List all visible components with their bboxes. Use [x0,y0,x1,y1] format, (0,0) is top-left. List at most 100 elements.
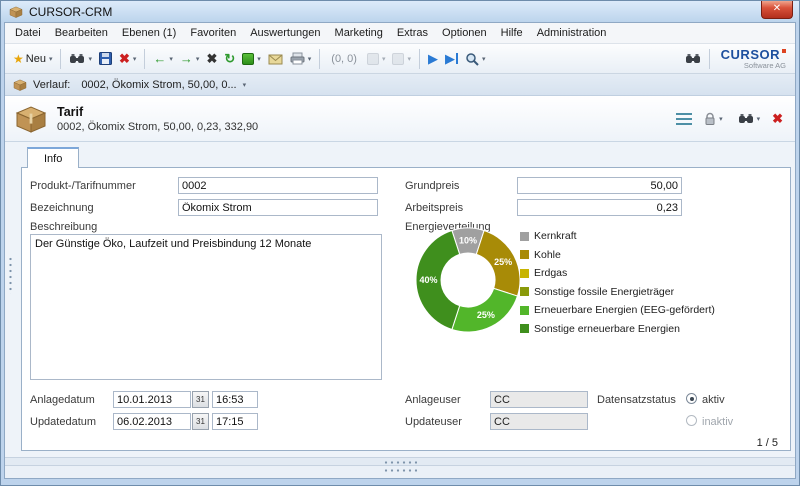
menu-hilfe[interactable]: Hilfe [494,24,530,42]
updatedatum-calendar-button[interactable]: 31 [192,413,209,430]
status-aktiv-label: aktiv [702,394,725,406]
anlagedatum-calendar-button[interactable]: 31 [192,391,209,408]
menu-datei[interactable]: Datei [8,24,48,42]
close-icon: ✕ [773,3,781,14]
record-actions: ▾ ▾ ✖ [676,110,783,128]
anlagezeit-input[interactable] [212,391,258,408]
delete-button[interactable]: ✖ ▾ [116,50,139,68]
refresh-icon: ↻ [224,52,235,66]
status-aktiv-radio[interactable] [686,393,697,404]
menu-administration[interactable]: Administration [530,24,614,42]
window-close-button[interactable]: ✕ [761,1,793,19]
status-bar[interactable] [5,465,795,478]
menu-ebenen[interactable]: Ebenen (1) [115,24,183,42]
legend-swatch-icon [520,306,529,315]
global-search-button[interactable] [682,51,704,67]
start-workflow-button[interactable]: ▶ [425,50,441,68]
forward-icon: → [180,52,193,66]
datensatzstatus-label: Datensatzstatus [597,394,676,406]
menu-extras[interactable]: Extras [390,24,435,42]
arbeitspreis-label: Arbeitspreis [405,202,463,214]
verlauf-dropdown[interactable]: 0002, Ökomix Strom, 50,00, 0... ▾ [76,78,251,92]
produkt-tarifnummer-input[interactable] [178,177,378,194]
new-icon: ★ [13,52,24,66]
printer-icon [290,52,305,65]
produkt-tarifnummer-label: Produkt-/Tarifnummer [30,180,136,192]
chevron-down-icon: ▾ [482,55,486,63]
app-icon [9,6,23,18]
arbeitspreis-input[interactable] [517,199,682,216]
updateuser-input[interactable] [490,413,588,430]
chevron-down-icon: ▾ [169,55,173,63]
mail-button[interactable] [265,51,286,67]
cut-button[interactable]: ✖ [203,50,220,68]
titlebar[interactable]: CURSOR-CRM [1,1,799,22]
menu-favoriten[interactable]: Favoriten [183,24,243,42]
svg-text:25%: 25% [494,257,512,267]
tab-info[interactable]: Info [27,147,79,168]
chevron-down-icon: ▾ [257,55,261,63]
history-item-icon [13,79,27,91]
anlagedatum-input[interactable] [113,391,191,408]
lock-icon [704,112,716,126]
record-search-button[interactable]: ▾ [735,111,764,127]
export-button[interactable]: ▾ [239,51,264,67]
status-inaktiv-label: inaktiv [702,416,733,428]
entity-title: Tarif [57,105,666,119]
report-button[interactable]: ▾ [364,51,389,67]
toolbar-separator [419,49,420,69]
new-button[interactable]: ★ Neu ▾ [10,50,55,68]
anlageuser-input[interactable] [490,391,588,408]
skip-workflow-button[interactable]: ▶ [442,50,461,68]
lock-button[interactable]: ▾ [701,110,726,128]
menu-icon[interactable] [676,110,692,128]
record-counter: (0, 0) [331,53,357,65]
legend-label: Sonstige fossile Energieträger [534,286,674,298]
grundpreis-input[interactable] [517,177,682,194]
user-search-button[interactable]: ▾ [462,50,489,68]
record-header: Tarif 0002, Ökomix Strom, 50,00, 0,23, 3… [5,96,795,142]
legend-item: Erneuerbare Energien (EEG-gefördert) [520,304,715,316]
search-button[interactable]: ▾ [66,51,95,67]
bezeichnung-input[interactable] [178,199,378,216]
toolbar-separator [319,49,320,69]
updatedatum-input[interactable] [113,413,191,430]
magnifier-icon [465,52,479,66]
save-button[interactable] [96,50,115,67]
beschreibung-textarea[interactable]: Der Günstige Öko, Laufzeit und Preisbind… [30,234,382,380]
print-button[interactable]: ▾ [287,50,315,67]
menu-optionen[interactable]: Optionen [435,24,494,42]
updatezeit-input[interactable] [212,413,258,430]
app-window: CURSOR-CRM ✕ Datei Bearbeiten Ebenen (1)… [0,0,800,486]
bottom-splitter[interactable] [5,457,795,465]
energy-donut: 10%25%25%40% [413,225,523,335]
close-record-icon[interactable]: ✖ [772,112,783,126]
svg-text:25%: 25% [477,310,495,320]
left-splitter-grip[interactable] [8,256,13,294]
menu-auswertungen[interactable]: Auswertungen [243,24,327,42]
chevron-down-icon: ▾ [49,55,53,63]
menu-bearbeiten[interactable]: Bearbeiten [48,24,115,42]
logo-subtitle: Software AG [744,62,786,70]
chart-button[interactable]: ▾ [389,51,414,67]
back-icon: ← [153,52,166,66]
forward-button[interactable]: → ▾ [177,50,203,68]
status-inaktiv-radio[interactable] [686,415,697,426]
export-icon [242,53,254,65]
logo-dot-icon [782,49,786,53]
workspace: Info Produkt-/Tarifnummer Grundpreis Bez… [5,142,795,457]
verlauf-label: Verlauf: [33,79,70,91]
back-button[interactable]: ← ▾ [150,50,176,68]
logo-text: CURSOR [721,48,780,61]
legend-label: Kohle [534,249,561,261]
page-indicator: 1 / 5 [757,437,778,449]
refresh-button[interactable]: ↻ [221,50,238,68]
anlagedatum-label: Anlagedatum [30,394,95,406]
legend-item: Sonstige fossile Energieträger [520,286,715,298]
updatedatum-label: Updatedatum [30,416,96,428]
chevron-down-icon: ▾ [88,55,92,63]
menu-marketing[interactable]: Marketing [328,24,390,42]
delete-icon: ✖ [119,52,130,66]
legend-label: Sonstige erneuerbare Energien [534,323,680,335]
package-icon [15,105,47,133]
